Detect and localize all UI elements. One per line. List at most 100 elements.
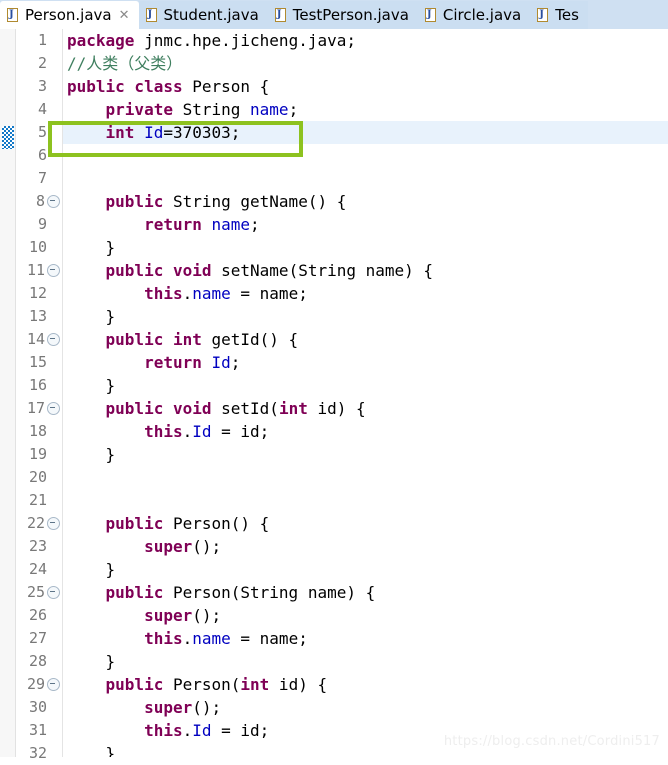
fold-collapse-icon[interactable] <box>47 678 60 691</box>
close-icon[interactable]: ✕ <box>119 9 130 22</box>
fold-collapse-icon[interactable] <box>47 264 60 277</box>
line-number-row: 1 <box>16 29 62 52</box>
line-number-row: 23 <box>16 535 62 558</box>
code-line[interactable]: this.name = name; <box>63 627 668 650</box>
changed-line-marker-icon <box>2 126 14 149</box>
code-token: Person(String name) { <box>163 583 376 602</box>
line-number: 28 <box>28 652 47 670</box>
fold-collapse-icon[interactable] <box>47 195 60 208</box>
code-line[interactable]: package jnmc.hpe.jicheng.java; <box>63 29 668 52</box>
code-line[interactable]: } <box>63 374 668 397</box>
line-number-row: 11 <box>16 259 62 282</box>
code-line[interactable]: public Person() { <box>63 512 668 535</box>
line-number-row: 29 <box>16 673 62 696</box>
line-number: 3 <box>37 77 47 95</box>
code-line[interactable]: public void setId(int id) { <box>63 397 668 420</box>
code-token: String <box>172 100 251 119</box>
annotation-ruler[interactable] <box>0 29 16 757</box>
code-token: . <box>182 629 193 648</box>
code-token: super <box>144 606 193 625</box>
line-number: 27 <box>28 629 47 647</box>
code-line[interactable]: //人类（父类） <box>63 52 668 75</box>
code-line[interactable]: this.Id = id; <box>63 420 668 443</box>
code-line[interactable] <box>63 489 668 512</box>
code-line[interactable]: } <box>63 558 668 581</box>
code-line[interactable] <box>63 167 668 190</box>
code-token: name <box>211 215 251 234</box>
line-number-gutter[interactable]: 1 2 3 4 5 6 7 8 9 10 11 12 13 14 15 16 17 18 19 20 21 22 23 24 2… <box>16 29 62 762</box>
code-token: public <box>105 514 164 533</box>
code-line[interactable]: public int getId() { <box>63 328 668 351</box>
fold-collapse-icon[interactable] <box>47 333 60 346</box>
line-number-row: 24 <box>16 558 62 581</box>
line-number: 29 <box>26 675 45 693</box>
code-token: package <box>67 31 135 50</box>
code-token: return <box>144 353 202 372</box>
code-token: getId() { <box>201 330 299 349</box>
code-text-area[interactable]: package jnmc.hpe.jicheng.java; //人类（父类） pu… <box>63 29 668 757</box>
line-number: 2 <box>37 54 47 72</box>
code-line[interactable]: this.name = name; <box>63 282 668 305</box>
code-line[interactable]: } <box>63 236 668 259</box>
editor-tab-person-java[interactable]: J Person.java ✕ <box>0 1 139 29</box>
fold-collapse-icon[interactable] <box>47 586 60 599</box>
code-token: public <box>105 675 164 694</box>
code-token: public int <box>105 330 202 349</box>
editor-tab-testperson-java[interactable]: J TestPerson.java <box>267 1 418 29</box>
code-line[interactable]: super(); <box>63 696 668 719</box>
editor-tab-circle-java[interactable]: J Circle.java <box>417 1 531 29</box>
code-line[interactable]: super(); <box>63 535 668 558</box>
code-line[interactable] <box>63 466 668 489</box>
code-token: Id <box>192 422 212 441</box>
code-token: (); <box>192 698 222 717</box>
code-line[interactable]: return Id; <box>63 351 668 374</box>
code-line[interactable]: int Id=370303; <box>63 121 668 144</box>
code-line[interactable] <box>63 144 668 167</box>
code-line[interactable]: public class Person { <box>63 75 668 98</box>
code-token: this <box>144 721 183 740</box>
code-token: String getName() { <box>163 192 347 211</box>
code-line[interactable]: public Person(String name) { <box>63 581 668 604</box>
line-number: 8 <box>35 192 45 210</box>
code-line[interactable]: private String name; <box>63 98 668 121</box>
code-line[interactable]: public String getName() { <box>63 190 668 213</box>
code-line[interactable]: super(); <box>63 604 668 627</box>
code-line[interactable]: } <box>63 650 668 673</box>
line-number-row: 26 <box>16 604 62 627</box>
code-line[interactable]: } <box>63 443 668 466</box>
editor-tab-tes[interactable]: J Tes <box>530 1 588 29</box>
editor-tab-student-java[interactable]: J Student.java <box>138 1 268 29</box>
line-number-row: 30 <box>16 696 62 719</box>
line-number-row: 21 <box>16 489 62 512</box>
code-token: Id <box>192 721 212 740</box>
code-token: Id <box>211 353 231 372</box>
fold-collapse-icon[interactable] <box>47 402 60 415</box>
code-token: this <box>144 422 183 441</box>
code-token: } <box>67 652 116 671</box>
code-line[interactable]: } <box>63 305 668 328</box>
line-number: 18 <box>28 422 47 440</box>
java-file-icon: J <box>7 7 20 23</box>
code-line[interactable]: return name; <box>63 213 668 236</box>
code-token: int <box>105 123 135 142</box>
fold-collapse-icon[interactable] <box>47 517 60 530</box>
code-token: ; <box>250 215 260 234</box>
code-line[interactable]: public void setName(String name) { <box>63 259 668 282</box>
code-line[interactable]: public Person(int id) { <box>63 673 668 696</box>
line-number: 25 <box>26 583 45 601</box>
